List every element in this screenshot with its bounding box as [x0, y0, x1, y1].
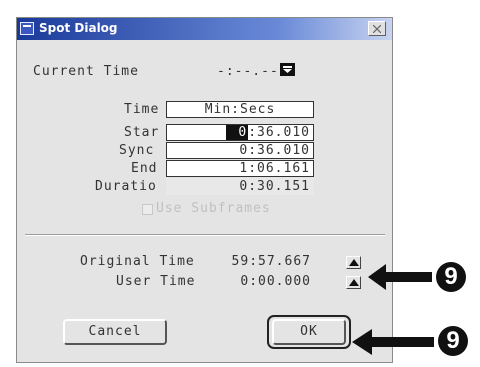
- dropdown-icon: [283, 66, 292, 73]
- spot-dialog: Spot Dialog Current Time -:--.--- Time M…: [16, 17, 393, 363]
- current-time-label: Current Time: [33, 64, 139, 79]
- duration-field: 0:30.151: [166, 178, 314, 195]
- left-arrow-icon: [352, 329, 434, 355]
- up-triangle-icon: [349, 259, 359, 266]
- current-time-value: -:--.---: [217, 64, 288, 79]
- original-time-label: Original Time: [80, 254, 195, 269]
- callout-original-time: 9: [368, 262, 480, 292]
- start-label: Star: [124, 125, 160, 140]
- end-field[interactable]: 1:06.161: [166, 160, 314, 177]
- divider: [25, 234, 385, 236]
- use-subframes-checkbox[interactable]: [142, 204, 153, 215]
- app-icon: [20, 22, 34, 35]
- use-subframes-label: Use Subframes: [156, 201, 271, 216]
- time-format-select[interactable]: Min:Secs: [166, 101, 314, 118]
- user-time-label: User Time: [116, 274, 196, 289]
- sync-label: Sync: [119, 143, 155, 158]
- current-time-row: Current Time -:--.---: [17, 63, 392, 80]
- ok-button[interactable]: OK: [272, 319, 346, 345]
- time-format-label: Time: [124, 102, 160, 117]
- sync-field[interactable]: 0:36.010: [166, 142, 314, 159]
- close-button[interactable]: [368, 21, 386, 36]
- callout-ok: 9: [352, 326, 480, 357]
- duration-label: Duratio: [95, 179, 157, 194]
- original-time-value: 59:57.667: [231, 254, 311, 269]
- start-field[interactable]: 0:36.010: [166, 124, 314, 141]
- callout-number: 9: [444, 263, 458, 290]
- user-time-value: 0:00.000: [240, 274, 311, 289]
- end-label: End: [131, 161, 158, 176]
- current-time-menu-button[interactable]: [280, 63, 295, 76]
- user-time-up-button[interactable]: [346, 276, 361, 289]
- title-bar: Spot Dialog: [17, 18, 392, 40]
- close-icon: [373, 25, 381, 33]
- up-triangle-icon: [349, 279, 359, 286]
- window-title: Spot Dialog: [39, 21, 118, 35]
- original-time-up-button[interactable]: [346, 256, 361, 269]
- cancel-button[interactable]: Cancel: [63, 319, 167, 345]
- start-value: :36.010: [248, 125, 310, 140]
- callout-number: 9: [446, 327, 460, 354]
- left-arrow-icon: [368, 264, 432, 290]
- start-selected-digit: 0: [226, 125, 249, 140]
